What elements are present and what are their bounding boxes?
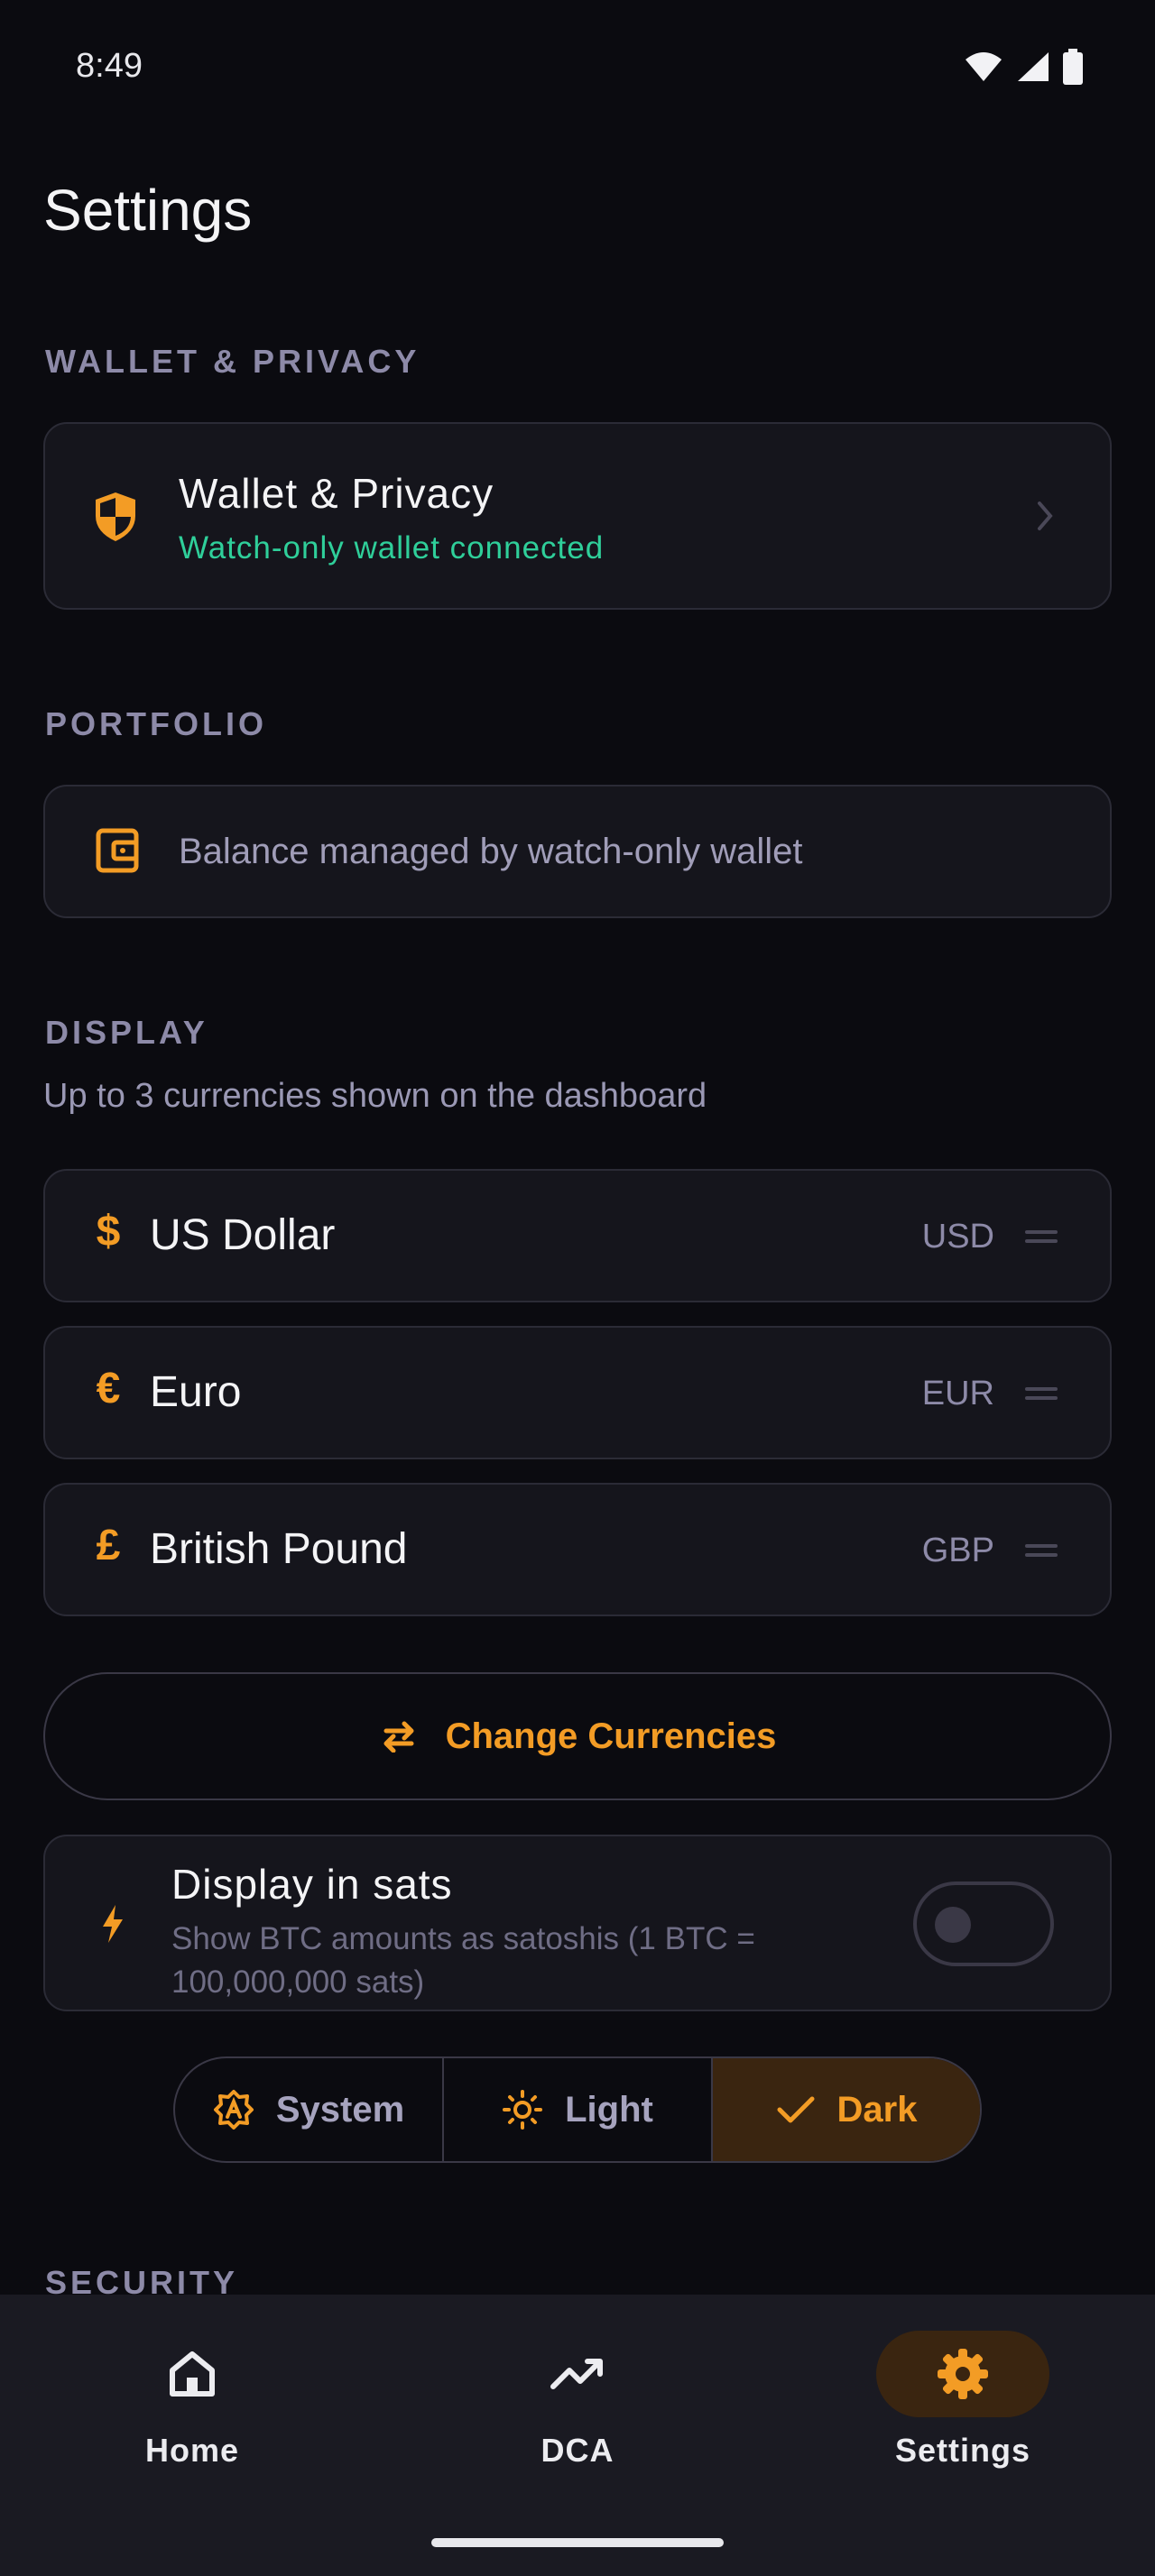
portfolio-card: Balance managed by watch-only wallet	[43, 785, 1112, 918]
nav-item-dca[interactable]: DCA	[442, 2331, 713, 2470]
sun-icon	[503, 2090, 543, 2130]
lightning-bolt-icon	[103, 1905, 123, 1943]
trending-up-icon	[550, 2359, 603, 2389]
sats-toggle[interactable]	[913, 1881, 1054, 1966]
wallet-status-text: Watch-only wallet connected	[179, 530, 605, 566]
theme-option-dark[interactable]: Dark	[713, 2058, 980, 2161]
currency-name: US Dollar	[150, 1211, 336, 1259]
currency-row-eur[interactable]: € Euro EUR	[43, 1326, 1112, 1459]
sats-description: Show BTC amounts as satoshis (1 BTC = 10…	[171, 1921, 755, 2000]
dollar-icon: $	[96, 1208, 121, 1256]
section-label-display: DISPLAY	[45, 1014, 208, 1051]
gear-icon	[938, 2349, 988, 2399]
nav-item-settings[interactable]: Settings	[827, 2331, 1098, 2470]
swap-arrows-icon	[383, 1721, 414, 1753]
display-description: Up to 3 currencies shown on the dashboar…	[43, 1077, 707, 1115]
home-icon	[170, 2351, 215, 2397]
nav-dca-label: DCA	[541, 2432, 614, 2469]
theme-option-light[interactable]: Light	[444, 2058, 713, 2161]
auto-brightness-icon	[213, 2090, 254, 2130]
page-title: Settings	[43, 178, 253, 243]
home-indicator	[431, 2538, 724, 2547]
section-label-portfolio: PORTFOLIO	[45, 705, 267, 742]
currency-name: British Pound	[150, 1525, 408, 1573]
portfolio-balance-text: Balance managed by watch-only wallet	[179, 832, 803, 871]
wallet-privacy-card[interactable]: Wallet & Privacy Watch-only wallet conne…	[43, 422, 1112, 610]
bottom-navigation: Home DCA Settings	[0, 2295, 1155, 2576]
euro-icon: €	[96, 1365, 121, 1412]
drag-handle-icon[interactable]	[1025, 1230, 1058, 1248]
shield-icon	[96, 492, 135, 541]
pound-icon: £	[96, 1522, 121, 1569]
nav-item-home[interactable]: Home	[57, 2331, 328, 2470]
wallet-privacy-title: Wallet & Privacy	[179, 470, 494, 517]
chevron-right-icon	[1038, 501, 1053, 530]
status-time: 8:49	[76, 47, 143, 85]
cellular-signal-icon	[1018, 52, 1049, 81]
checkmark-icon	[777, 2096, 815, 2123]
change-currencies-button[interactable]: Change Currencies	[43, 1672, 1112, 1800]
theme-dark-label: Dark	[836, 2089, 918, 2130]
display-in-sats-card: Display in sats Show BTC amounts as sato…	[43, 1835, 1112, 2011]
sats-title: Display in sats	[171, 1861, 453, 1908]
toggle-knob	[935, 1907, 971, 1943]
change-currencies-label: Change Currencies	[445, 1716, 777, 1756]
section-label-wallet: WALLET & PRIVACY	[45, 343, 420, 380]
theme-selector: System Light Dark	[173, 2056, 982, 2163]
nav-settings-label: Settings	[894, 2432, 1030, 2469]
wallet-icon	[96, 828, 139, 873]
nav-home-label: Home	[144, 2432, 240, 2469]
drag-handle-icon[interactable]	[1025, 1387, 1058, 1405]
currency-row-usd[interactable]: $ US Dollar USD	[43, 1169, 1112, 1302]
theme-system-label: System	[275, 2089, 405, 2130]
theme-light-label: Light	[565, 2089, 653, 2130]
drag-handle-icon[interactable]	[1025, 1544, 1058, 1562]
currency-code: GBP	[921, 1532, 994, 1569]
battery-icon	[1063, 49, 1083, 85]
status-icons	[964, 49, 1083, 85]
wifi-icon	[966, 52, 1002, 81]
currency-code: USD	[921, 1218, 994, 1256]
currency-code: EUR	[921, 1375, 994, 1412]
status-bar: 8:49	[0, 0, 1155, 135]
currency-name: Euro	[150, 1368, 242, 1416]
theme-option-system[interactable]: System	[175, 2058, 444, 2161]
currency-row-gbp[interactable]: £ British Pound GBP	[43, 1483, 1112, 1616]
